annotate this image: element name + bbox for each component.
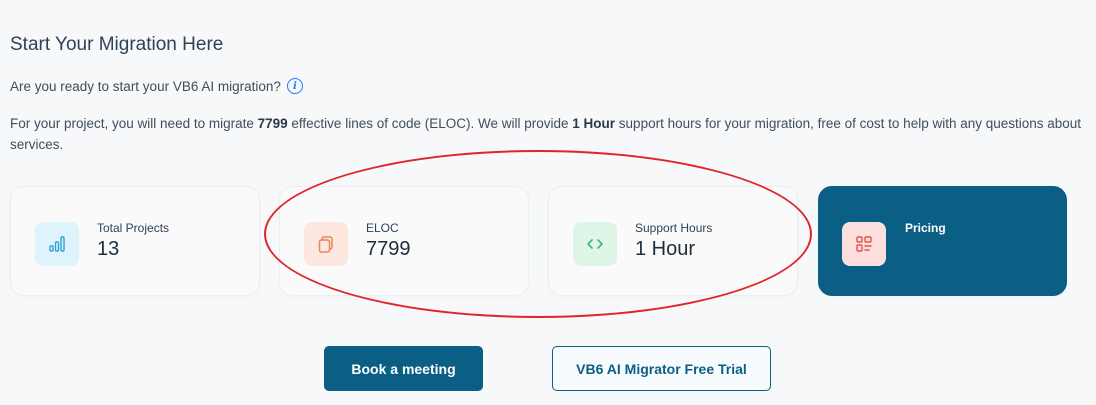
pricing-label: Pricing xyxy=(905,221,946,235)
layout-icon xyxy=(842,222,886,266)
total-projects-value: 13 xyxy=(97,238,120,260)
desc-eloc-value: 7799 xyxy=(257,116,288,131)
support-hours-label: Support Hours xyxy=(635,221,713,235)
eloc-value: 7799 xyxy=(366,238,411,260)
desc-part2: effective lines of code (ELOC). We will … xyxy=(287,116,573,131)
total-projects-label: Total Projects xyxy=(97,221,170,235)
total-projects-card: Total Projects 13 xyxy=(10,186,260,296)
support-hours-value: 1 Hour xyxy=(635,238,696,260)
eloc-label: ELOC xyxy=(366,221,399,235)
support-hours-card: Support Hours 1 Hour xyxy=(548,186,798,296)
migration-question: Are you ready to start your VB6 AI migra… xyxy=(10,78,303,94)
code-icon xyxy=(573,222,617,266)
page-title: Start Your Migration Here xyxy=(10,34,224,55)
free-trial-button[interactable]: VB6 AI Migrator Free Trial xyxy=(552,346,771,391)
book-meeting-button[interactable]: Book a meeting xyxy=(324,346,483,391)
desc-support-value: 1 Hour xyxy=(572,116,616,131)
eloc-card: ELOC 7799 xyxy=(279,186,529,296)
question-text: Are you ready to start your VB6 AI migra… xyxy=(10,78,281,94)
pricing-card[interactable]: Pricing xyxy=(818,186,1067,296)
copy-icon xyxy=(304,222,348,266)
bar-chart-icon xyxy=(35,222,79,266)
desc-part1: For your project, you will need to migra… xyxy=(10,116,258,131)
info-icon[interactable]: i xyxy=(286,78,303,94)
migration-description: For your project, you will need to migra… xyxy=(10,113,1090,155)
